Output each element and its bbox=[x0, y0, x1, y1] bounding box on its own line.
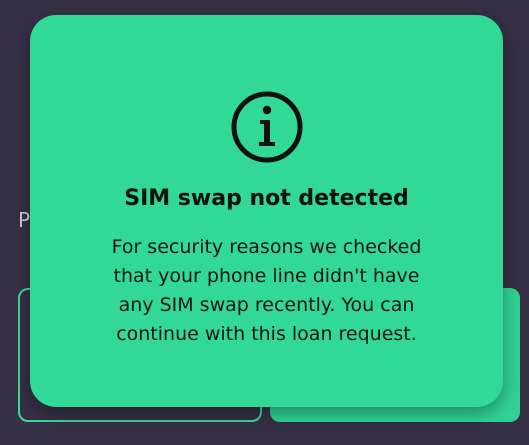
background-partial-text: P bbox=[18, 208, 31, 232]
dialog-message-line: that your phone line didn't have bbox=[113, 265, 420, 287]
sim-swap-dialog[interactable]: SIM swap not detected For security reaso… bbox=[30, 15, 503, 407]
dialog-message-line: For security reasons we checked bbox=[111, 236, 422, 258]
dialog-message-line: continue with this loan request. bbox=[116, 323, 417, 345]
dialog-message-line: any SIM swap recently. You can bbox=[118, 294, 415, 316]
dialog-message: For security reasons we checked that you… bbox=[67, 233, 467, 349]
info-icon bbox=[231, 91, 302, 163]
dialog-title: SIM swap not detected bbox=[124, 186, 409, 211]
